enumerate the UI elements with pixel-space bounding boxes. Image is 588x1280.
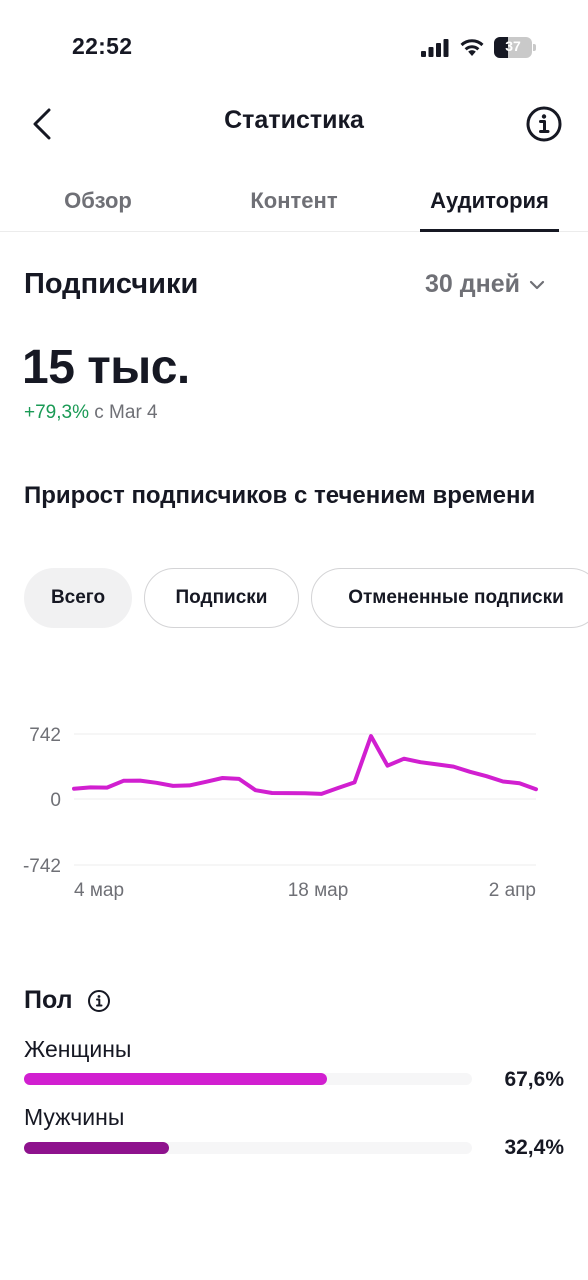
info-icon[interactable] [87, 989, 111, 1013]
status-bar: 22:52 37 [0, 0, 588, 90]
gender-male-label: Мужчины [24, 1104, 125, 1130]
page-title: Статистика [224, 106, 364, 134]
date-range-label: 30 дней [425, 270, 520, 298]
status-time: 22:52 [72, 33, 133, 59]
filter-follows[interactable]: Подписки [144, 568, 299, 628]
growth-since: с Мar 4 [94, 402, 158, 423]
x-tick-label: 4 мар [74, 880, 124, 901]
y-tick-label: -742 [23, 856, 61, 877]
battery-icon: 37 [494, 37, 536, 58]
filter-unfollows[interactable]: Отмененные подписки [311, 568, 588, 628]
y-tick-label: 742 [29, 725, 61, 746]
gender-female-label: Женщины [24, 1036, 132, 1062]
growth-percent: +79,3% [24, 402, 89, 423]
active-tab-indicator [420, 229, 559, 232]
y-tick-label: 0 [50, 790, 61, 811]
gender-title: Пол [24, 986, 73, 1014]
signal-icon [421, 39, 449, 57]
filter-all[interactable]: Всего [24, 568, 132, 628]
growth-line: +79,3% с Мar 4 [24, 402, 158, 424]
growth-chart-title: Прирост подписчиков с течением времени [24, 482, 536, 509]
gender-section-title: Пол [24, 986, 111, 1015]
x-tick-label: 18 мар [288, 880, 349, 901]
chevron-down-icon [529, 280, 545, 289]
gender-female-bar [24, 1073, 472, 1085]
gender-male-bar-fill [24, 1142, 170, 1154]
tab-bar: Обзор Контент Аудитория [0, 168, 588, 232]
info-icon[interactable] [524, 104, 564, 144]
followers-total: 15 тыс. [22, 341, 190, 394]
x-tick-label: 2 апр [489, 880, 536, 901]
followers-chart: 742 0 -742 4 мар 18 мар 2 апр [23, 725, 538, 901]
battery-level: 37 [505, 38, 521, 54]
gender-male-bar [24, 1142, 472, 1154]
wifi-icon [460, 39, 484, 56]
gender-female-bar-fill [24, 1073, 327, 1085]
gender-female-value: 67,6% [504, 1068, 564, 1091]
tab-content[interactable]: Контент [226, 188, 362, 214]
gender-male-value: 32,4% [504, 1136, 564, 1159]
tab-overview[interactable]: Обзор [40, 188, 156, 214]
date-range-dropdown[interactable]: 30 дней [425, 270, 546, 299]
followers-title: Подписчики [24, 268, 199, 300]
chart-series-line [72, 734, 538, 796]
tab-audience[interactable]: Аудитория [420, 188, 559, 214]
